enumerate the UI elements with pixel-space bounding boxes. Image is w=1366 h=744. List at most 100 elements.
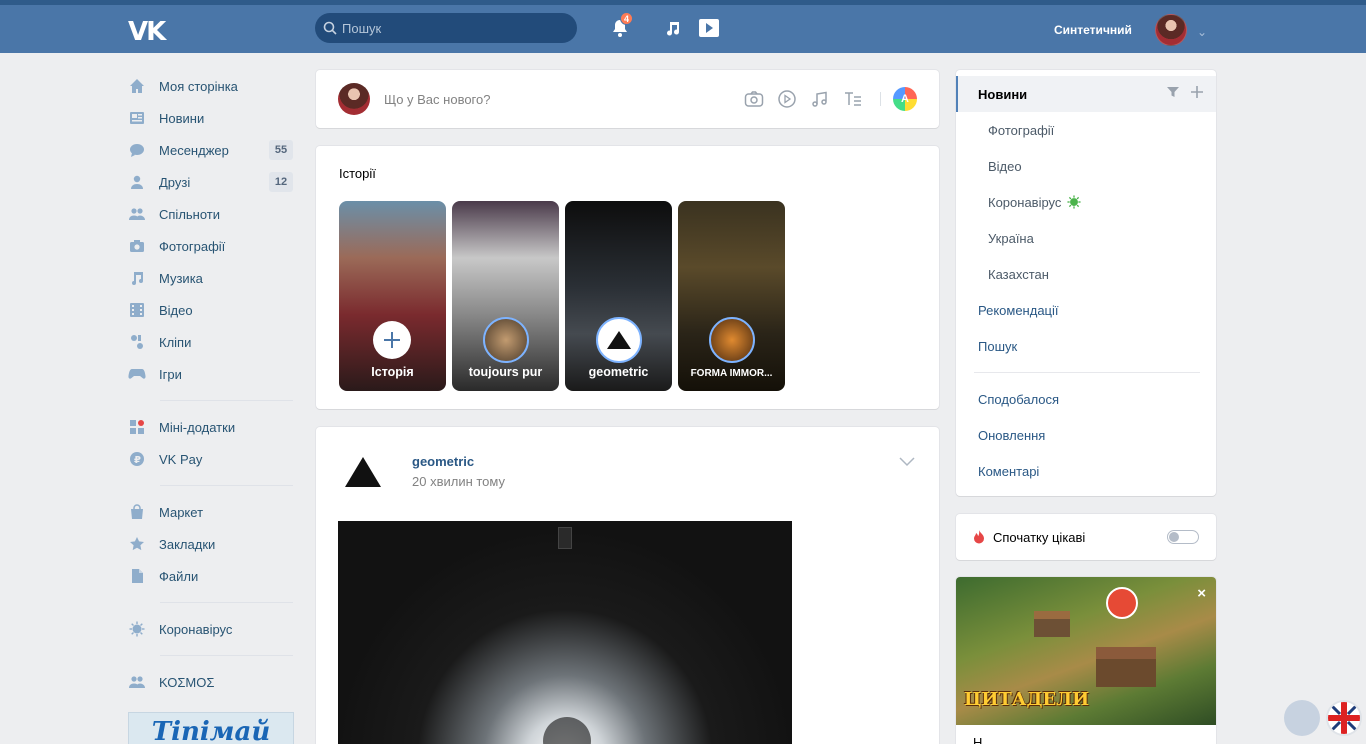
menu-item-comments[interactable]: Коментарі: [956, 453, 1216, 489]
camera-icon: [128, 237, 146, 255]
nav-bookmarks[interactable]: Закладки: [128, 528, 298, 560]
menu-label: Новини: [978, 86, 1028, 102]
story-avatar: [483, 317, 529, 363]
story-label: toujours pur: [468, 365, 543, 379]
play-button[interactable]: [696, 15, 722, 41]
menu-label: Фотографії: [988, 122, 1055, 138]
notifications-button[interactable]: 4: [607, 12, 633, 41]
new-post-placeholder[interactable]: Що у Вас нового?: [384, 92, 734, 107]
messenger-icon: [128, 141, 146, 159]
music-attach-icon[interactable]: [807, 88, 833, 110]
video-attach-icon[interactable]: [774, 88, 800, 110]
article-attach-icon[interactable]: [840, 88, 866, 110]
menu-label: Оновлення: [978, 427, 1046, 443]
game-ad-card[interactable]: ЦИТАДЕЛИ × Н...: [956, 577, 1216, 744]
nav-games[interactable]: Ігри: [128, 358, 298, 390]
hint-icon[interactable]: [1284, 700, 1320, 736]
nav-market[interactable]: Маркет: [128, 496, 298, 528]
menu-item-news[interactable]: Новини: [956, 76, 1216, 112]
post-author-avatar[interactable]: [338, 447, 388, 497]
play-icon[interactable]: [543, 717, 591, 744]
nav-label: ΚΟΣΜΟΣ: [159, 674, 215, 690]
news-icon: [128, 109, 146, 127]
nav-label: Відео: [159, 302, 193, 318]
nav-kosmos[interactable]: ΚΟΣΜΟΣ: [128, 666, 298, 698]
menu-item-video[interactable]: Відео: [956, 148, 1216, 184]
news-filter-menu: Новини Фотографії Відео Коронавірус Укра…: [956, 70, 1216, 496]
ad-image[interactable]: ЦИТАДЕЛИ: [956, 577, 1216, 725]
chevron-down-icon[interactable]: ⌄: [1197, 25, 1207, 39]
nav-news[interactable]: Новини: [128, 102, 298, 134]
search-box[interactable]: [315, 13, 577, 43]
vk-logo[interactable]: VK: [128, 17, 166, 47]
left-ad-banner[interactable]: Tiniмай: [128, 712, 294, 744]
nav-label: Фотографії: [159, 238, 226, 254]
search-input[interactable]: [342, 20, 562, 36]
nav-photos[interactable]: Фотографії: [128, 230, 298, 262]
left-navigation: Моя сторінка Новини Месенджер 55 Друзі 12 …: [128, 70, 298, 698]
friends-icon: [128, 173, 146, 191]
menu-item-search[interactable]: Пошук: [956, 328, 1216, 364]
switch-knob: [1169, 532, 1179, 542]
menu-label: Пошук: [978, 338, 1018, 354]
map-pin-icon: [1106, 587, 1138, 619]
avatar-badge[interactable]: A: [893, 87, 917, 111]
close-icon[interactable]: ×: [1197, 585, 1206, 602]
interesting-first-label: Спочатку цікаві: [993, 529, 1086, 545]
menu-item-kazakhstan[interactable]: Казахстан: [956, 256, 1216, 292]
nav-video[interactable]: Відео: [128, 294, 298, 326]
chevron-down-icon[interactable]: [899, 455, 915, 470]
nav-coronavirus[interactable]: Коронавірус: [128, 613, 298, 645]
nav-files[interactable]: Файли: [128, 560, 298, 592]
story-avatar: [709, 317, 755, 363]
nav-messenger[interactable]: Месенджер 55: [128, 134, 298, 166]
nav-my-page[interactable]: Моя сторінка: [128, 70, 298, 102]
photo-attach-icon[interactable]: [741, 88, 767, 110]
story-item[interactable]: Історія: [339, 201, 446, 391]
filter-icon[interactable]: [1166, 85, 1180, 99]
menu-item-coronavirus[interactable]: Коронавірус: [956, 184, 1216, 220]
ad-text[interactable]: Н...: [973, 735, 993, 744]
post-box-divider: [880, 92, 881, 106]
avatar: [338, 83, 370, 115]
music-button[interactable]: [660, 15, 686, 41]
nav-music[interactable]: Музика: [128, 262, 298, 294]
nav-communities[interactable]: Спільноти: [128, 198, 298, 230]
user-avatar[interactable]: [1155, 14, 1187, 46]
menu-item-updates[interactable]: Оновлення: [956, 417, 1216, 453]
menu-item-liked[interactable]: Сподобалося: [956, 381, 1216, 417]
post-video[interactable]: [338, 521, 792, 744]
menu-label: Сподобалося: [978, 391, 1060, 407]
menu-label: Рекомендації: [978, 302, 1059, 318]
bookmark-icon: [128, 535, 146, 553]
video-icon: [128, 301, 146, 319]
nav-label: Ігри: [159, 366, 182, 382]
story-avatar: [596, 317, 642, 363]
nav-mini-apps[interactable]: Міні-додатки: [128, 411, 298, 443]
add-story-icon: [373, 321, 411, 359]
nav-label: VK Pay: [159, 451, 203, 467]
menu-item-ukraine[interactable]: Україна: [956, 220, 1216, 256]
communities-icon: [128, 205, 146, 223]
post-author-name[interactable]: geometric: [412, 454, 474, 469]
nav-vk-pay[interactable]: ₽ VK Pay: [128, 443, 298, 475]
story-item[interactable]: FORMA IMMOR...: [678, 201, 785, 391]
nav-friends[interactable]: Друзі 12: [128, 166, 298, 198]
music-icon: [128, 269, 146, 287]
story-item[interactable]: geometric: [565, 201, 672, 391]
virus-icon: [128, 620, 146, 638]
menu-label: Коментарі: [978, 463, 1040, 479]
user-name[interactable]: Синтетичний: [1054, 23, 1132, 37]
interesting-first-switch[interactable]: [1167, 530, 1199, 544]
post-timestamp[interactable]: 20 хвилин тому: [412, 474, 505, 489]
menu-item-recommendations[interactable]: Рекомендації: [956, 292, 1216, 328]
menu-item-photos[interactable]: Фотографії: [956, 112, 1216, 148]
add-icon[interactable]: [1190, 85, 1204, 99]
interesting-first-toggle-card[interactable]: Спочатку цікаві: [956, 514, 1216, 560]
new-post-box[interactable]: Що у Вас нового? A: [316, 70, 939, 128]
language-flag-icon[interactable]: [1326, 700, 1362, 736]
nav-divider: [160, 485, 293, 486]
nav-clips[interactable]: Кліпи: [128, 326, 298, 358]
nav-label: Закладки: [159, 536, 216, 552]
story-item[interactable]: toujours pur: [452, 201, 559, 391]
